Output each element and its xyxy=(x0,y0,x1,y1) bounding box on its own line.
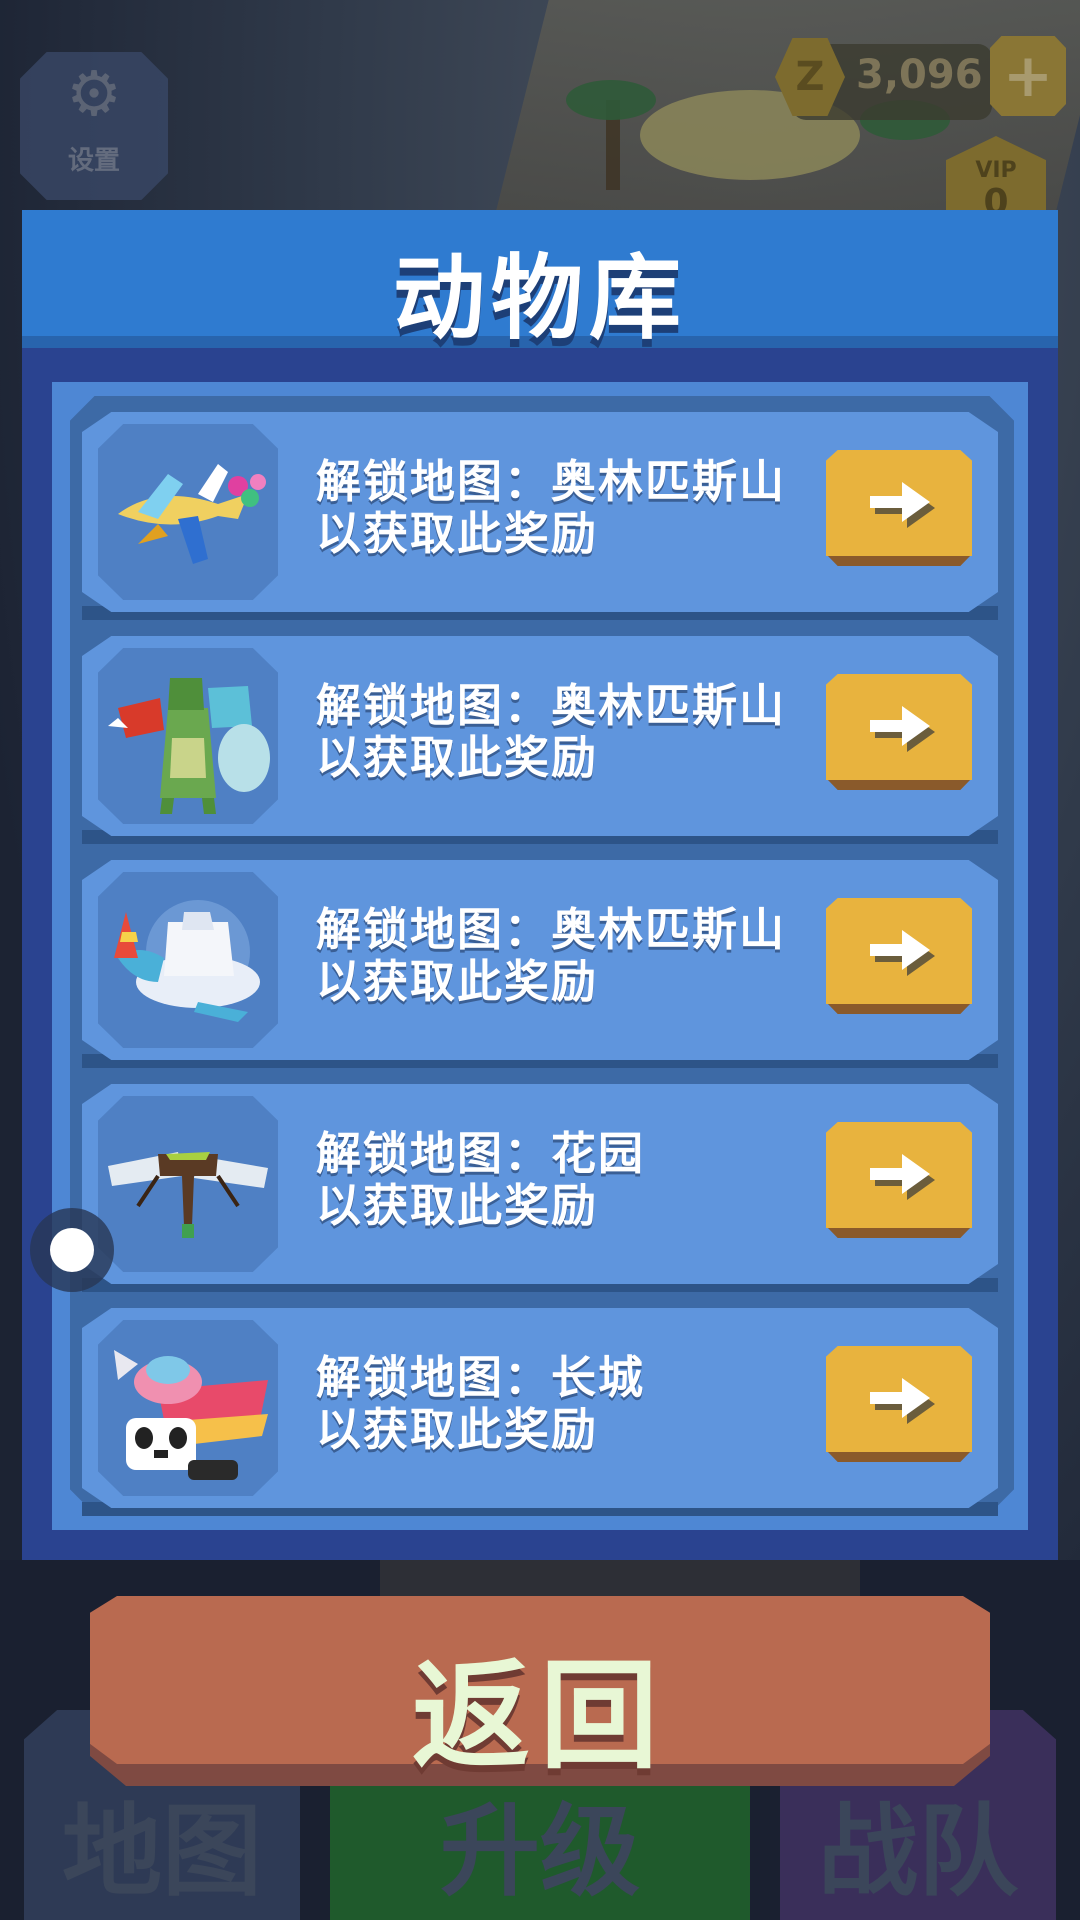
reward-card: 解锁地图：奥林匹斯山 以获取此奖励 xyxy=(82,636,998,836)
vip-label: VIP xyxy=(975,158,1017,183)
arrow-right-icon xyxy=(870,482,935,528)
arrow-right-icon xyxy=(870,706,935,752)
background-palm-leaves xyxy=(566,80,656,120)
go-button[interactable] xyxy=(826,450,972,570)
panda-plane-icon xyxy=(98,1320,278,1496)
coin-value: 3,096 xyxy=(856,52,983,98)
arrow-right-icon xyxy=(870,930,935,976)
go-button[interactable] xyxy=(826,1122,972,1242)
reward-hint: 以获取此奖励 xyxy=(316,731,599,784)
dragonfly-icon xyxy=(98,1096,278,1272)
arrow-right-icon xyxy=(870,1154,935,1200)
return-button[interactable]: 返回 xyxy=(90,1596,990,1786)
unlock-requirement: 解锁地图：奥林匹斯山 xyxy=(316,455,787,508)
reward-card: 解锁地图：奥林匹斯山 以获取此奖励 xyxy=(82,412,998,612)
map-button-label: 地图 xyxy=(62,1793,262,1910)
go-button[interactable] xyxy=(826,1346,972,1466)
reward-text: 解锁地图：奥林匹斯山 以获取此奖励 xyxy=(316,680,856,784)
rainbow-dragonfly-icon xyxy=(98,424,278,600)
unlock-requirement: 解锁地图：花园 xyxy=(316,1127,646,1180)
panel-title: 动物库 xyxy=(392,245,687,352)
reward-card: 解锁地图：长城 以获取此奖励 xyxy=(82,1308,998,1508)
team-button-label: 战队 xyxy=(818,1793,1018,1910)
return-button-label: 返回 xyxy=(411,1647,668,1785)
reward-hint: 以获取此奖励 xyxy=(316,955,599,1008)
reward-text: 解锁地图：长城 以获取此奖励 xyxy=(316,1352,856,1456)
arrow-right-icon xyxy=(870,1378,935,1424)
settings-label: 设置 xyxy=(67,146,120,176)
unlock-requirement: 解锁地图：长城 xyxy=(316,1351,646,1404)
three-headed-dragon-icon xyxy=(98,648,278,824)
upgrade-button-label: 升级 xyxy=(440,1793,640,1910)
settings-button[interactable]: ⚙ 设置 xyxy=(20,52,168,200)
go-button[interactable] xyxy=(826,898,972,1018)
add-coins-button[interactable]: + xyxy=(990,36,1066,116)
reward-text: 解锁地图：奥林匹斯山 以获取此奖励 xyxy=(316,904,856,1008)
panel-header: 动物库 xyxy=(22,210,1058,352)
go-button[interactable] xyxy=(826,674,972,794)
party-turtle-icon xyxy=(98,872,278,1048)
unlock-requirement: 解锁地图：奥林匹斯山 xyxy=(316,679,787,732)
reward-hint: 以获取此奖励 xyxy=(316,1403,599,1456)
reward-hint: 以获取此奖励 xyxy=(316,1179,599,1232)
gear-icon: ⚙ xyxy=(66,57,122,130)
reward-text: 解锁地图：奥林匹斯山 以获取此奖励 xyxy=(316,456,856,560)
reward-card: 解锁地图：奥林匹斯山 以获取此奖励 xyxy=(82,860,998,1060)
reward-hint: 以获取此奖励 xyxy=(316,507,599,560)
unlock-requirement: 解锁地图：奥林匹斯山 xyxy=(316,903,787,956)
assistive-touch-button[interactable] xyxy=(30,1208,114,1292)
reward-text: 解锁地图：花园 以获取此奖励 xyxy=(316,1128,856,1232)
reward-card: 解锁地图：花园 以获取此奖励 xyxy=(82,1084,998,1284)
